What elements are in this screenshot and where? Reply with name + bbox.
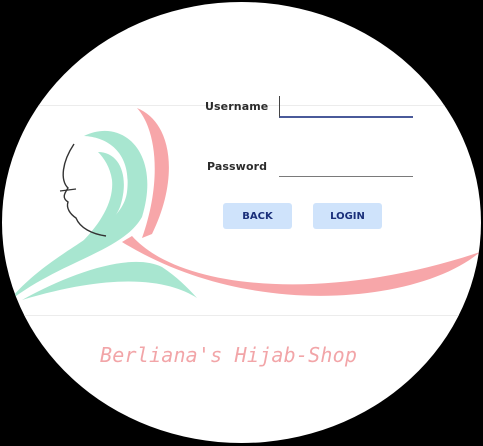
shop-name: Berliana's Hijab-Shop	[100, 343, 358, 367]
password-label: Password	[207, 160, 268, 173]
username-input[interactable]	[279, 96, 413, 118]
back-button[interactable]: BACK	[223, 203, 292, 229]
login-window: Berliana's Hijab-Shop Username Password …	[0, 0, 483, 446]
password-input[interactable]	[279, 157, 413, 177]
username-label: Username	[205, 100, 269, 113]
login-button[interactable]: LOGIN	[313, 203, 382, 229]
face-eye-line	[59, 188, 77, 192]
